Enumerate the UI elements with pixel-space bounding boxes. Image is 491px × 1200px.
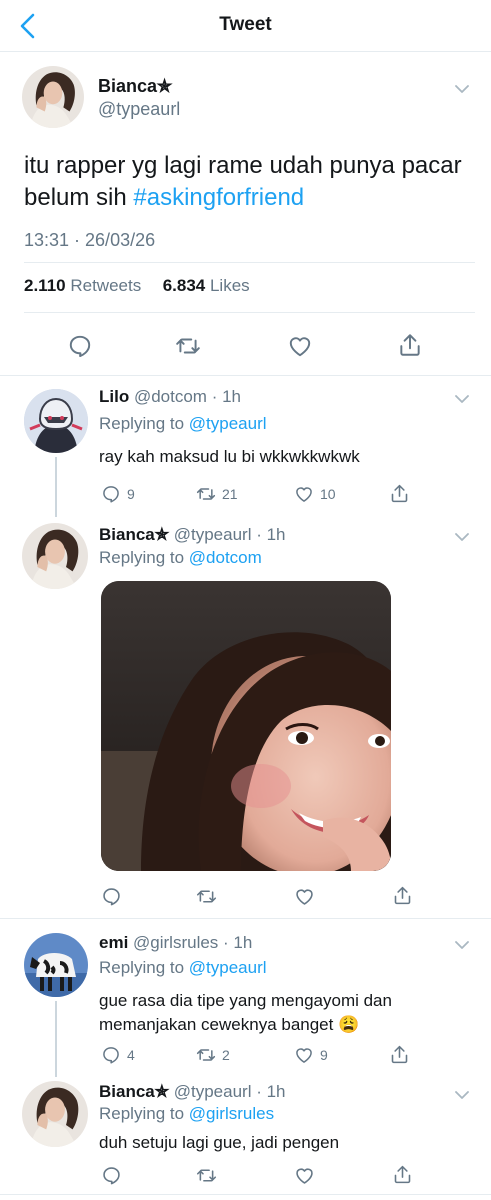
retweets-count[interactable]: 2.110 xyxy=(24,276,66,295)
like-icon[interactable] xyxy=(294,886,315,907)
share-icon[interactable] xyxy=(392,1164,413,1185)
replying-to: Replying to @typeaurl xyxy=(99,414,267,434)
tweet-timestamp: 13:31 · 26/03/26 xyxy=(24,230,156,250)
reply-text: gue rasa dia tipe yang mengayomi dan mem… xyxy=(99,989,469,1037)
retweet-count: 2 xyxy=(222,1047,230,1063)
avatar[interactable] xyxy=(22,523,88,589)
tweet-stats: 2.110 Retweets 6.834 Likes xyxy=(24,276,250,296)
retweet-icon[interactable] xyxy=(196,1165,217,1186)
reply-time: · 1h xyxy=(256,1082,286,1101)
top-navigation-bar: Tweet xyxy=(0,0,491,52)
divider xyxy=(0,1194,491,1195)
chevron-down-icon[interactable] xyxy=(455,84,469,94)
retweet-icon[interactable] xyxy=(196,484,216,504)
author-name[interactable]: emi xyxy=(99,933,128,952)
reply-action[interactable]: 4 xyxy=(101,1045,135,1065)
like-icon[interactable] xyxy=(287,333,313,359)
divider xyxy=(0,918,491,919)
like-icon[interactable] xyxy=(294,484,314,504)
reply-count: 4 xyxy=(127,1047,135,1063)
replying-label: Replying to xyxy=(99,414,185,433)
reply-time: · 1h xyxy=(223,933,253,952)
replying-label: Replying to xyxy=(99,958,185,977)
like-action[interactable]: 10 xyxy=(294,484,336,504)
like-icon[interactable] xyxy=(294,1045,314,1065)
likes-label[interactable]: Likes xyxy=(210,276,250,295)
author-handle[interactable]: @girlsrules xyxy=(133,933,218,952)
author-name[interactable]: Bianca✯ xyxy=(98,76,172,97)
reply-time: · 1h xyxy=(211,387,241,406)
retweet-icon[interactable] xyxy=(196,1045,216,1065)
reply-text: duh setuju lagi gue, jadi pengen xyxy=(99,1133,340,1152)
retweets-label[interactable]: Retweets xyxy=(70,276,141,295)
reply-icon[interactable] xyxy=(101,1045,121,1065)
retweet-action[interactable]: 2 xyxy=(196,1045,230,1065)
share-icon[interactable] xyxy=(397,332,423,358)
replying-to-link[interactable]: @typeaurl xyxy=(189,958,267,977)
reply-action[interactable]: 9 xyxy=(101,484,135,504)
likes-count[interactable]: 6.834 xyxy=(163,276,206,295)
author-name[interactable]: Lilo xyxy=(99,387,129,406)
replying-to-link[interactable]: @dotcom xyxy=(189,548,262,567)
reply-time: · 1h xyxy=(256,525,286,544)
thread-line xyxy=(55,457,57,517)
chevron-down-icon[interactable] xyxy=(455,394,469,404)
share-icon[interactable] xyxy=(392,885,413,906)
author-handle[interactable]: @typeaurl xyxy=(98,99,180,120)
replying-label: Replying to xyxy=(99,548,185,567)
retweet-count: 21 xyxy=(222,486,238,502)
reply-header: Lilo @dotcom · 1h xyxy=(99,387,241,407)
author-handle[interactable]: @typeaurl xyxy=(174,1082,252,1101)
author-name[interactable]: Bianca✯ xyxy=(99,1082,169,1101)
replying-to: Replying to @typeaurl xyxy=(99,958,267,978)
like-action[interactable]: 9 xyxy=(294,1045,328,1065)
avatar[interactable] xyxy=(24,933,88,997)
avatar[interactable] xyxy=(24,389,88,453)
retweet-icon[interactable] xyxy=(175,333,201,359)
avatar[interactable] xyxy=(22,66,84,128)
replying-to-link[interactable]: @girlsrules xyxy=(189,1104,274,1123)
replying-to-link[interactable]: @typeaurl xyxy=(189,414,267,433)
reply-count: 9 xyxy=(127,486,135,502)
replying-label: Replying to xyxy=(99,1104,185,1123)
like-icon[interactable] xyxy=(294,1165,315,1186)
thread-line xyxy=(55,1001,57,1077)
author-handle[interactable]: @dotcom xyxy=(134,387,207,406)
share-icon[interactable] xyxy=(389,1044,410,1065)
share-icon[interactable] xyxy=(389,483,410,504)
retweet-action[interactable]: 21 xyxy=(196,484,238,504)
like-count: 10 xyxy=(320,486,336,502)
reply-text-line: memanjakan ceweknya banget 😩 xyxy=(99,1015,360,1034)
like-count: 9 xyxy=(320,1047,328,1063)
divider xyxy=(0,375,491,376)
reply-header: emi @girlsrules · 1h xyxy=(99,933,252,953)
replying-to: Replying to @girlsrules xyxy=(99,1104,274,1124)
reply-header: Bianca✯ @typeaurl · 1h xyxy=(99,1082,286,1102)
tweet-text: itu rapper yg lagi rame udah punya pacar… xyxy=(24,150,474,214)
author-handle[interactable]: @typeaurl xyxy=(174,525,252,544)
attached-photo[interactable] xyxy=(101,581,391,871)
divider xyxy=(24,312,475,313)
retweet-icon[interactable] xyxy=(196,886,217,907)
page-title: Tweet xyxy=(219,14,272,35)
chevron-down-icon[interactable] xyxy=(455,532,469,542)
reply-icon[interactable] xyxy=(101,1165,122,1186)
reply-icon[interactable] xyxy=(101,886,122,907)
avatar[interactable] xyxy=(22,1081,88,1147)
reply-icon[interactable] xyxy=(67,333,93,359)
chevron-down-icon[interactable] xyxy=(455,940,469,950)
reply-header: Bianca✯ @typeaurl · 1h xyxy=(99,525,286,545)
reply-text-line: gue rasa dia tipe yang mengayomi dan xyxy=(99,991,392,1010)
replying-to: Replying to @dotcom xyxy=(99,548,262,568)
author-name[interactable]: Bianca✯ xyxy=(99,525,169,544)
hashtag-link[interactable]: #askingforfriend xyxy=(133,184,304,211)
reply-icon[interactable] xyxy=(101,484,121,504)
reply-text: ray kah maksud lu bi wkkwkkwkwk xyxy=(99,447,360,466)
divider xyxy=(24,262,475,263)
chevron-down-icon[interactable] xyxy=(455,1090,469,1100)
